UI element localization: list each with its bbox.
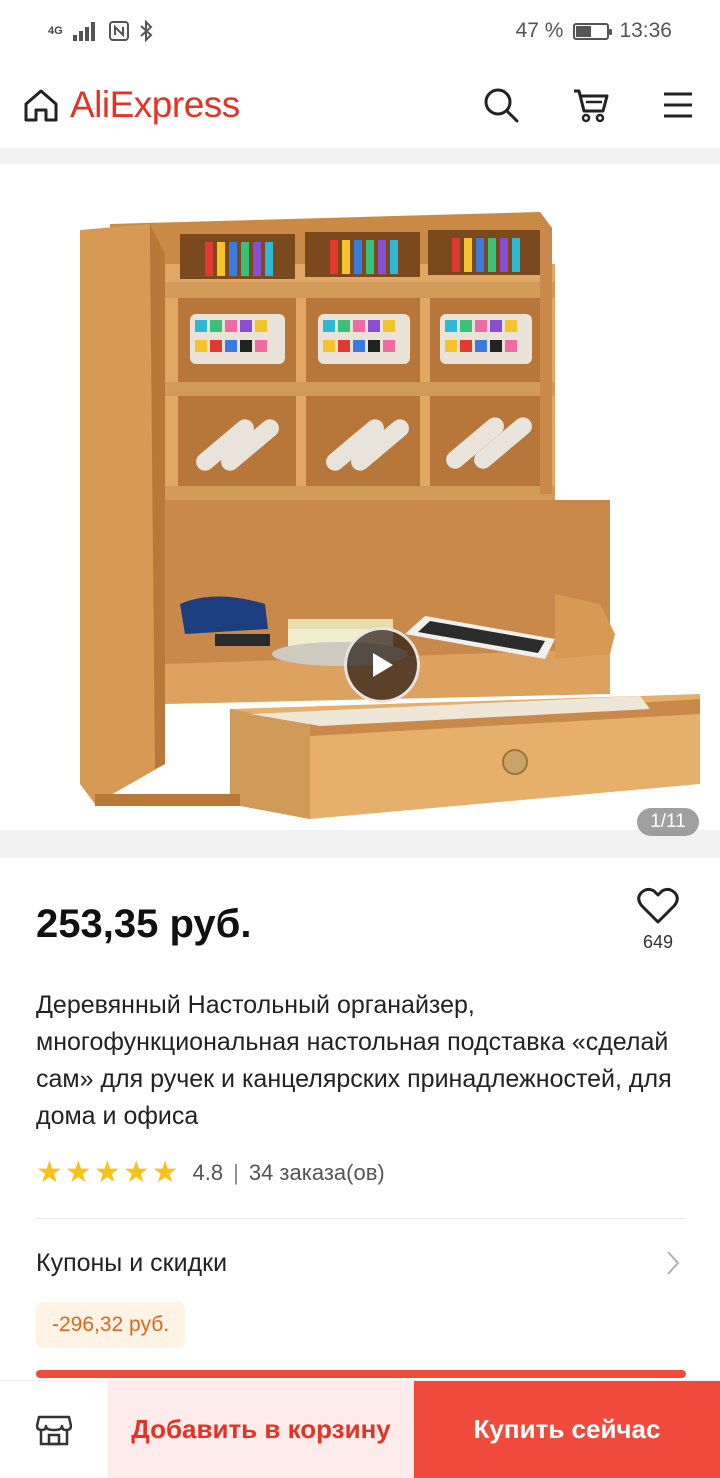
divider — [36, 1218, 686, 1219]
wishlist-count: 649 — [642, 932, 674, 952]
search-button[interactable] — [482, 86, 520, 124]
home-icon[interactable] — [22, 86, 60, 124]
logo[interactable]: AliExpress — [70, 84, 240, 126]
clock: 13:36 — [619, 19, 672, 42]
menu-button[interactable] — [662, 89, 694, 121]
store-icon[interactable] — [36, 1413, 72, 1447]
chevron-right-icon — [667, 1251, 680, 1275]
image-counter: 1/11 — [637, 808, 699, 836]
app-header: AliExpress — [0, 62, 720, 148]
nfc-icon — [108, 21, 129, 41]
rating-stars: ★ ★ ★ ★ ★ — [36, 1158, 179, 1188]
battery-fill — [576, 25, 591, 37]
coupons-label: Купоны и скидки — [36, 1248, 228, 1277]
battery-icon — [573, 22, 613, 40]
network-type: 4G — [48, 25, 63, 37]
signal-icon — [72, 22, 95, 41]
star-icon: ★ — [36, 1156, 63, 1189]
video-play-button[interactable] — [344, 627, 420, 703]
bluetooth-icon — [140, 20, 153, 42]
cart-button[interactable] — [572, 86, 610, 124]
menu-icon[interactable] — [662, 89, 694, 121]
coupons-row[interactable]: Купоны и скидки — [36, 1238, 686, 1288]
cart-icon[interactable] — [572, 86, 610, 124]
orders-count: 34 заказа(ов) — [248, 1160, 385, 1185]
logo-group[interactable]: AliExpress — [22, 84, 240, 126]
rating-row[interactable]: ★ ★ ★ ★ ★ 4.8 | 34 заказа(ов) — [36, 1158, 385, 1188]
star-icon: ★ — [64, 1156, 92, 1189]
heart-icon[interactable] — [636, 886, 680, 926]
gallery-bottom-strip — [0, 830, 720, 858]
battery-percent: 47 % — [515, 19, 564, 42]
star-icon: ★ — [151, 1156, 179, 1189]
product-price: 253,35 руб. — [36, 902, 252, 946]
buy-now-button[interactable]: Купить сейчас — [414, 1381, 720, 1478]
add-to-cart-button[interactable]: Добавить в корзину — [108, 1381, 414, 1478]
product-image[interactable] — [0, 164, 720, 830]
bottom-action-bar: Добавить в корзину Купить сейчас — [0, 1380, 720, 1478]
rating-value: 4.8 — [192, 1160, 224, 1185]
discount-badge[interactable]: -296,32 руб. — [36, 1302, 186, 1348]
search-icon[interactable] — [482, 86, 520, 124]
star-icon: ★ — [122, 1156, 150, 1189]
product-title: Деревянный Настольный органайзер, многоф… — [36, 991, 672, 1130]
play-icon[interactable] — [369, 651, 395, 679]
wishlist-button[interactable]: 649 — [628, 886, 688, 953]
store-button[interactable] — [0, 1381, 108, 1478]
status-bar: 4G 47 % 13:36 — [0, 0, 720, 62]
rating-separator: | — [233, 1160, 239, 1185]
status-left: 4G — [48, 20, 153, 42]
product-image-gallery[interactable] — [0, 164, 720, 830]
header-actions — [482, 86, 698, 124]
header-divider — [0, 148, 720, 164]
star-icon: ★ — [93, 1156, 121, 1189]
promo-strip — [36, 1370, 686, 1378]
status-right: 47 % 13:36 — [516, 19, 672, 43]
